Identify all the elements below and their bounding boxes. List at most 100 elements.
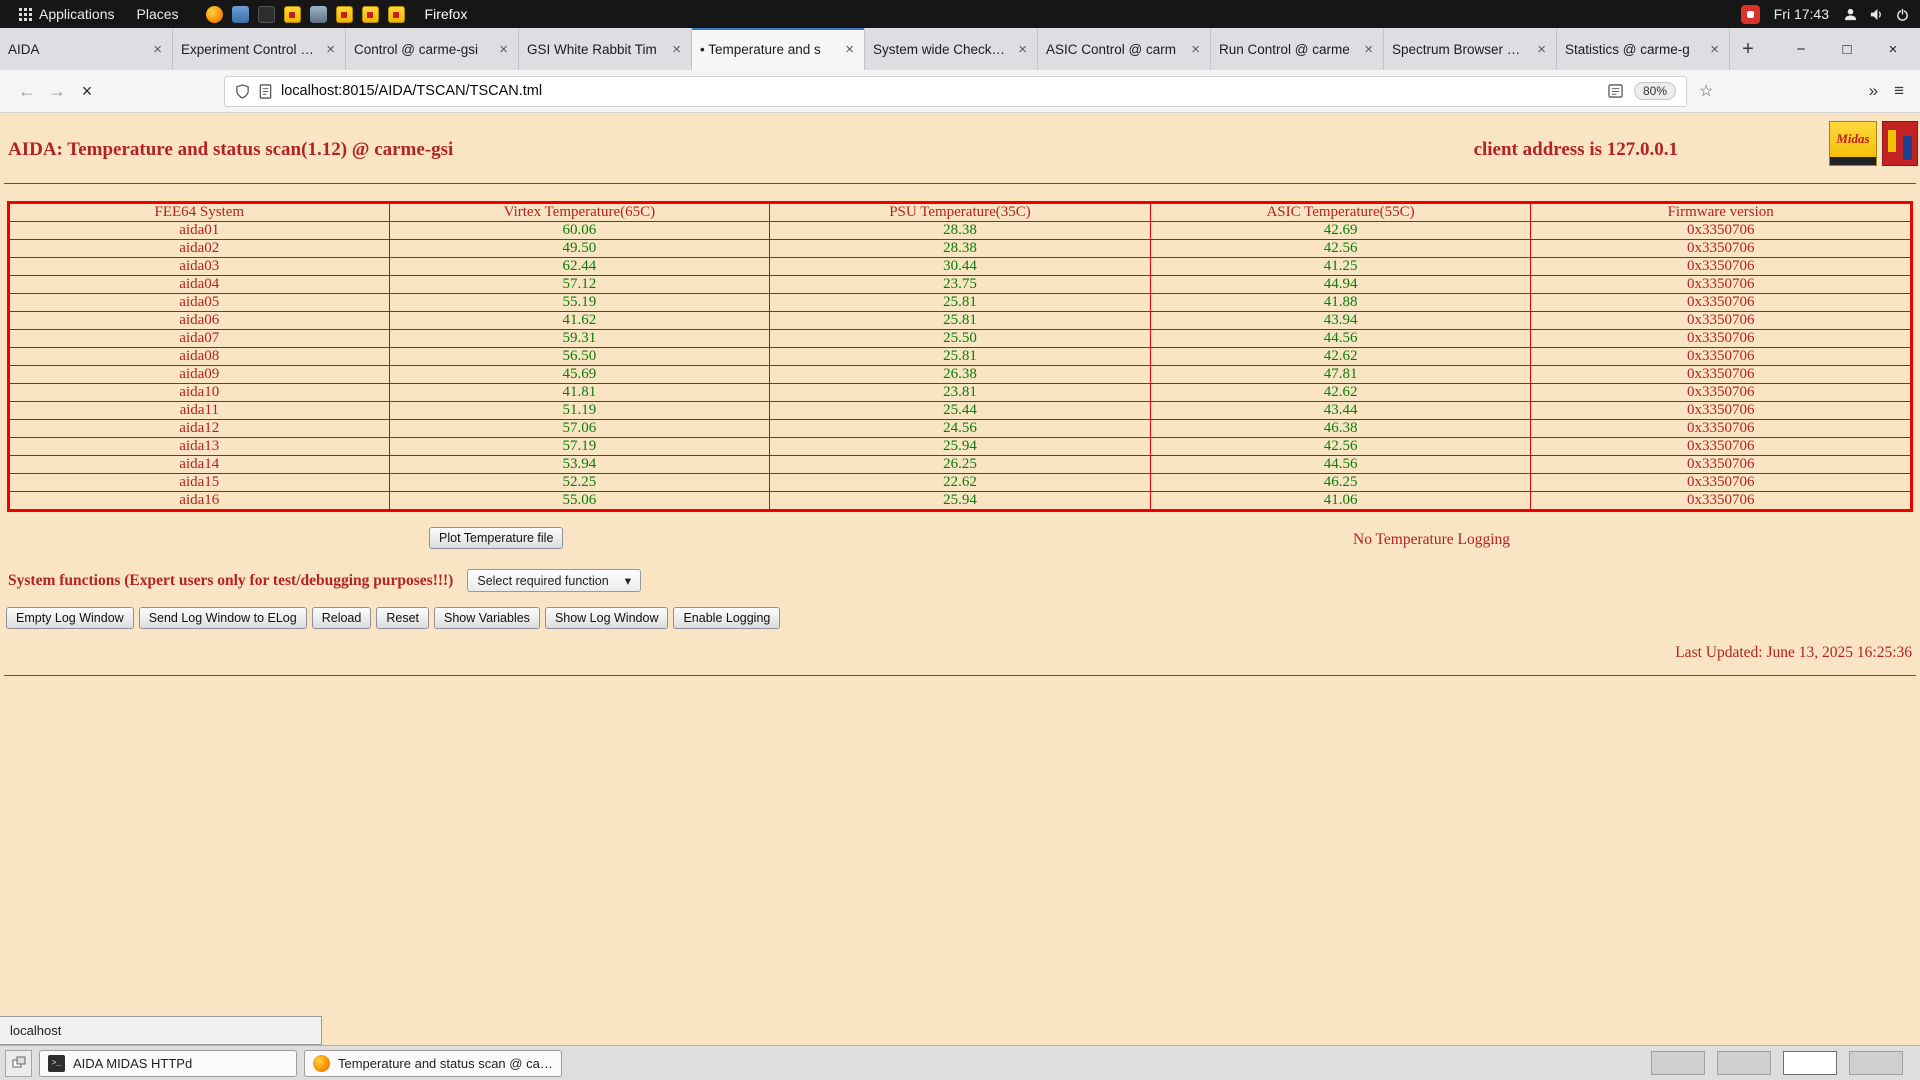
tab-label: ASIC Control @ carm <box>1046 41 1176 57</box>
browser-tab[interactable]: Experiment Control @ c × <box>173 28 346 70</box>
workspace-2[interactable] <box>1717 1051 1771 1075</box>
page-info-icon[interactable] <box>259 83 272 99</box>
url-bar[interactable]: localhost:8015/AIDA/TSCAN/TSCAN.tml 80% <box>224 75 1687 107</box>
cell-asic-temperature: 43.94 <box>1149 311 1532 330</box>
tab-close-icon[interactable]: × <box>1708 41 1721 58</box>
applications-menu[interactable]: Applications <box>10 0 124 28</box>
cell-virtex-temperature: 41.81 <box>388 383 771 402</box>
tab-close-icon[interactable]: × <box>843 41 856 58</box>
cell-virtex-temperature: 57.19 <box>388 437 771 456</box>
cell-psu-temperature: 26.38 <box>769 365 1151 384</box>
places-menu[interactable]: Places <box>128 0 188 28</box>
recording-indicator-icon[interactable] <box>1740 4 1760 24</box>
screenshot-launcher-icon[interactable] <box>309 5 327 23</box>
browser-tab[interactable]: ASIC Control @ carm × <box>1038 28 1211 70</box>
footer-divider <box>4 675 1916 676</box>
back-button[interactable]: ← <box>12 76 42 106</box>
url-text[interactable]: localhost:8015/AIDA/TSCAN/TSCAN.tml <box>281 83 542 99</box>
browser-tab[interactable]: Spectrum Browser @ c × <box>1384 28 1557 70</box>
tab-close-icon[interactable]: × <box>497 41 510 58</box>
forward-button[interactable]: → <box>42 76 72 106</box>
cell-asic-temperature: 42.62 <box>1149 383 1532 402</box>
browser-tab[interactable]: System wide Checks @ × <box>865 28 1038 70</box>
plot-temperature-file-button[interactable]: Plot Temperature file <box>429 527 564 549</box>
tab-close-icon[interactable]: × <box>324 41 337 58</box>
page-title: AIDA: Temperature and status scan(1.12) … <box>8 139 454 160</box>
overflow-menu-icon[interactable]: » <box>1869 81 1878 101</box>
cell-fee64-system: aida16 <box>8 491 390 511</box>
cell-asic-temperature: 44.94 <box>1149 275 1532 294</box>
midas-launcher-icon-2[interactable] <box>335 5 353 23</box>
experiment-logo <box>1882 121 1918 166</box>
action-button[interactable]: Reload <box>311 607 372 629</box>
action-button[interactable]: Send Log Window to ELog <box>138 607 307 629</box>
bookmark-star-icon[interactable]: ☆ <box>1699 81 1713 101</box>
tab-close-icon[interactable]: × <box>1189 41 1202 58</box>
browser-tab[interactable]: GSI White Rabbit Tim × <box>519 28 692 70</box>
workspace-4[interactable] <box>1849 1051 1903 1075</box>
firefox-launcher-icon[interactable] <box>205 5 223 23</box>
browser-tab[interactable]: Run Control @ carme × <box>1211 28 1384 70</box>
task-aida-midas-httpd[interactable]: >_ AIDA MIDAS HTTPd <box>39 1049 297 1077</box>
system-tray[interactable] <box>1843 7 1910 22</box>
cell-virtex-temperature: 49.50 <box>388 239 771 258</box>
cell-psu-temperature: 25.50 <box>769 329 1151 348</box>
reader-mode-icon[interactable] <box>1608 84 1623 98</box>
header-divider <box>4 183 1916 184</box>
tab-close-icon[interactable]: × <box>1362 41 1375 58</box>
maximize-button[interactable]: □ <box>1824 28 1870 70</box>
cell-virtex-temperature: 51.19 <box>388 401 771 420</box>
browser-tab[interactable]: • Temperature and s × <box>692 28 865 70</box>
tab-close-icon[interactable]: × <box>1016 41 1029 58</box>
action-button[interactable]: Enable Logging <box>673 607 781 629</box>
action-button[interactable]: Empty Log Window <box>6 607 134 629</box>
minimize-button[interactable]: − <box>1778 28 1824 70</box>
tab-close-icon[interactable]: × <box>670 41 683 58</box>
cell-fee64-system: aida05 <box>8 293 390 312</box>
shield-icon[interactable] <box>235 83 250 99</box>
cell-firmware-version: 0x3350706 <box>1530 383 1912 402</box>
new-tab-button[interactable]: + <box>1730 28 1766 70</box>
stop-button[interactable]: × <box>72 76 102 106</box>
files-launcher-icon[interactable] <box>231 5 249 23</box>
action-button[interactable]: Show Log Window <box>544 607 669 629</box>
browser-tab[interactable]: Statistics @ carme-g × <box>1557 28 1730 70</box>
workspace-1[interactable] <box>1651 1051 1705 1075</box>
browser-tab[interactable]: Control @ carme-gsi × <box>346 28 519 70</box>
workspace-3-active[interactable] <box>1783 1051 1837 1075</box>
applications-grid-icon <box>19 7 32 21</box>
browser-tab[interactable]: AIDA × <box>0 28 173 70</box>
midas-launcher-icon-4[interactable] <box>387 5 405 23</box>
cell-asic-temperature: 47.81 <box>1149 365 1532 384</box>
active-app-title[interactable]: Firefox <box>425 6 468 22</box>
table-body: aida01 60.06 28.38 42.69 0x3350706 aida0… <box>8 221 1912 511</box>
tab-label: Spectrum Browser @ c <box>1392 41 1530 57</box>
temperature-table: FEE64 System Virtex Temperature(65C) PSU T… <box>7 201 1913 512</box>
tab-close-icon[interactable]: × <box>151 41 164 58</box>
cell-virtex-temperature: 53.94 <box>388 455 771 474</box>
cell-fee64-system: aida06 <box>8 311 390 330</box>
toolbar-extra: » ≡ <box>1869 81 1908 101</box>
midas-launcher-icon-3[interactable] <box>361 5 379 23</box>
table-row: aida08 56.50 25.81 42.62 0x3350706 <box>8 347 1912 366</box>
terminal-launcher-icon[interactable] <box>257 5 275 23</box>
tab-close-icon[interactable]: × <box>1535 41 1548 58</box>
cell-firmware-version: 0x3350706 <box>1530 365 1912 384</box>
cell-psu-temperature: 30.44 <box>769 257 1151 276</box>
chevron-down-icon: ▾ <box>624 574 631 588</box>
task-temperature-scan[interactable]: Temperature and status scan @ car... <box>304 1049 562 1077</box>
action-button[interactable]: Show Variables <box>434 607 540 629</box>
clock[interactable]: Fri 17:43 <box>1774 6 1829 22</box>
tab-label: Run Control @ carme <box>1219 41 1350 57</box>
action-button[interactable]: Reset <box>376 607 429 629</box>
midas-launcher-icon-1[interactable] <box>283 5 301 23</box>
zoom-level-indicator[interactable]: 80% <box>1633 82 1676 100</box>
cell-fee64-system: aida12 <box>8 419 390 438</box>
close-window-button[interactable]: × <box>1870 28 1916 70</box>
cell-asic-temperature: 44.56 <box>1149 329 1532 348</box>
hamburger-menu-icon[interactable]: ≡ <box>1894 81 1904 101</box>
cell-firmware-version: 0x3350706 <box>1530 239 1912 258</box>
cell-virtex-temperature: 57.06 <box>388 419 771 438</box>
system-function-select[interactable]: Select required function ▾ <box>467 569 641 592</box>
show-desktop-button[interactable] <box>5 1049 32 1077</box>
